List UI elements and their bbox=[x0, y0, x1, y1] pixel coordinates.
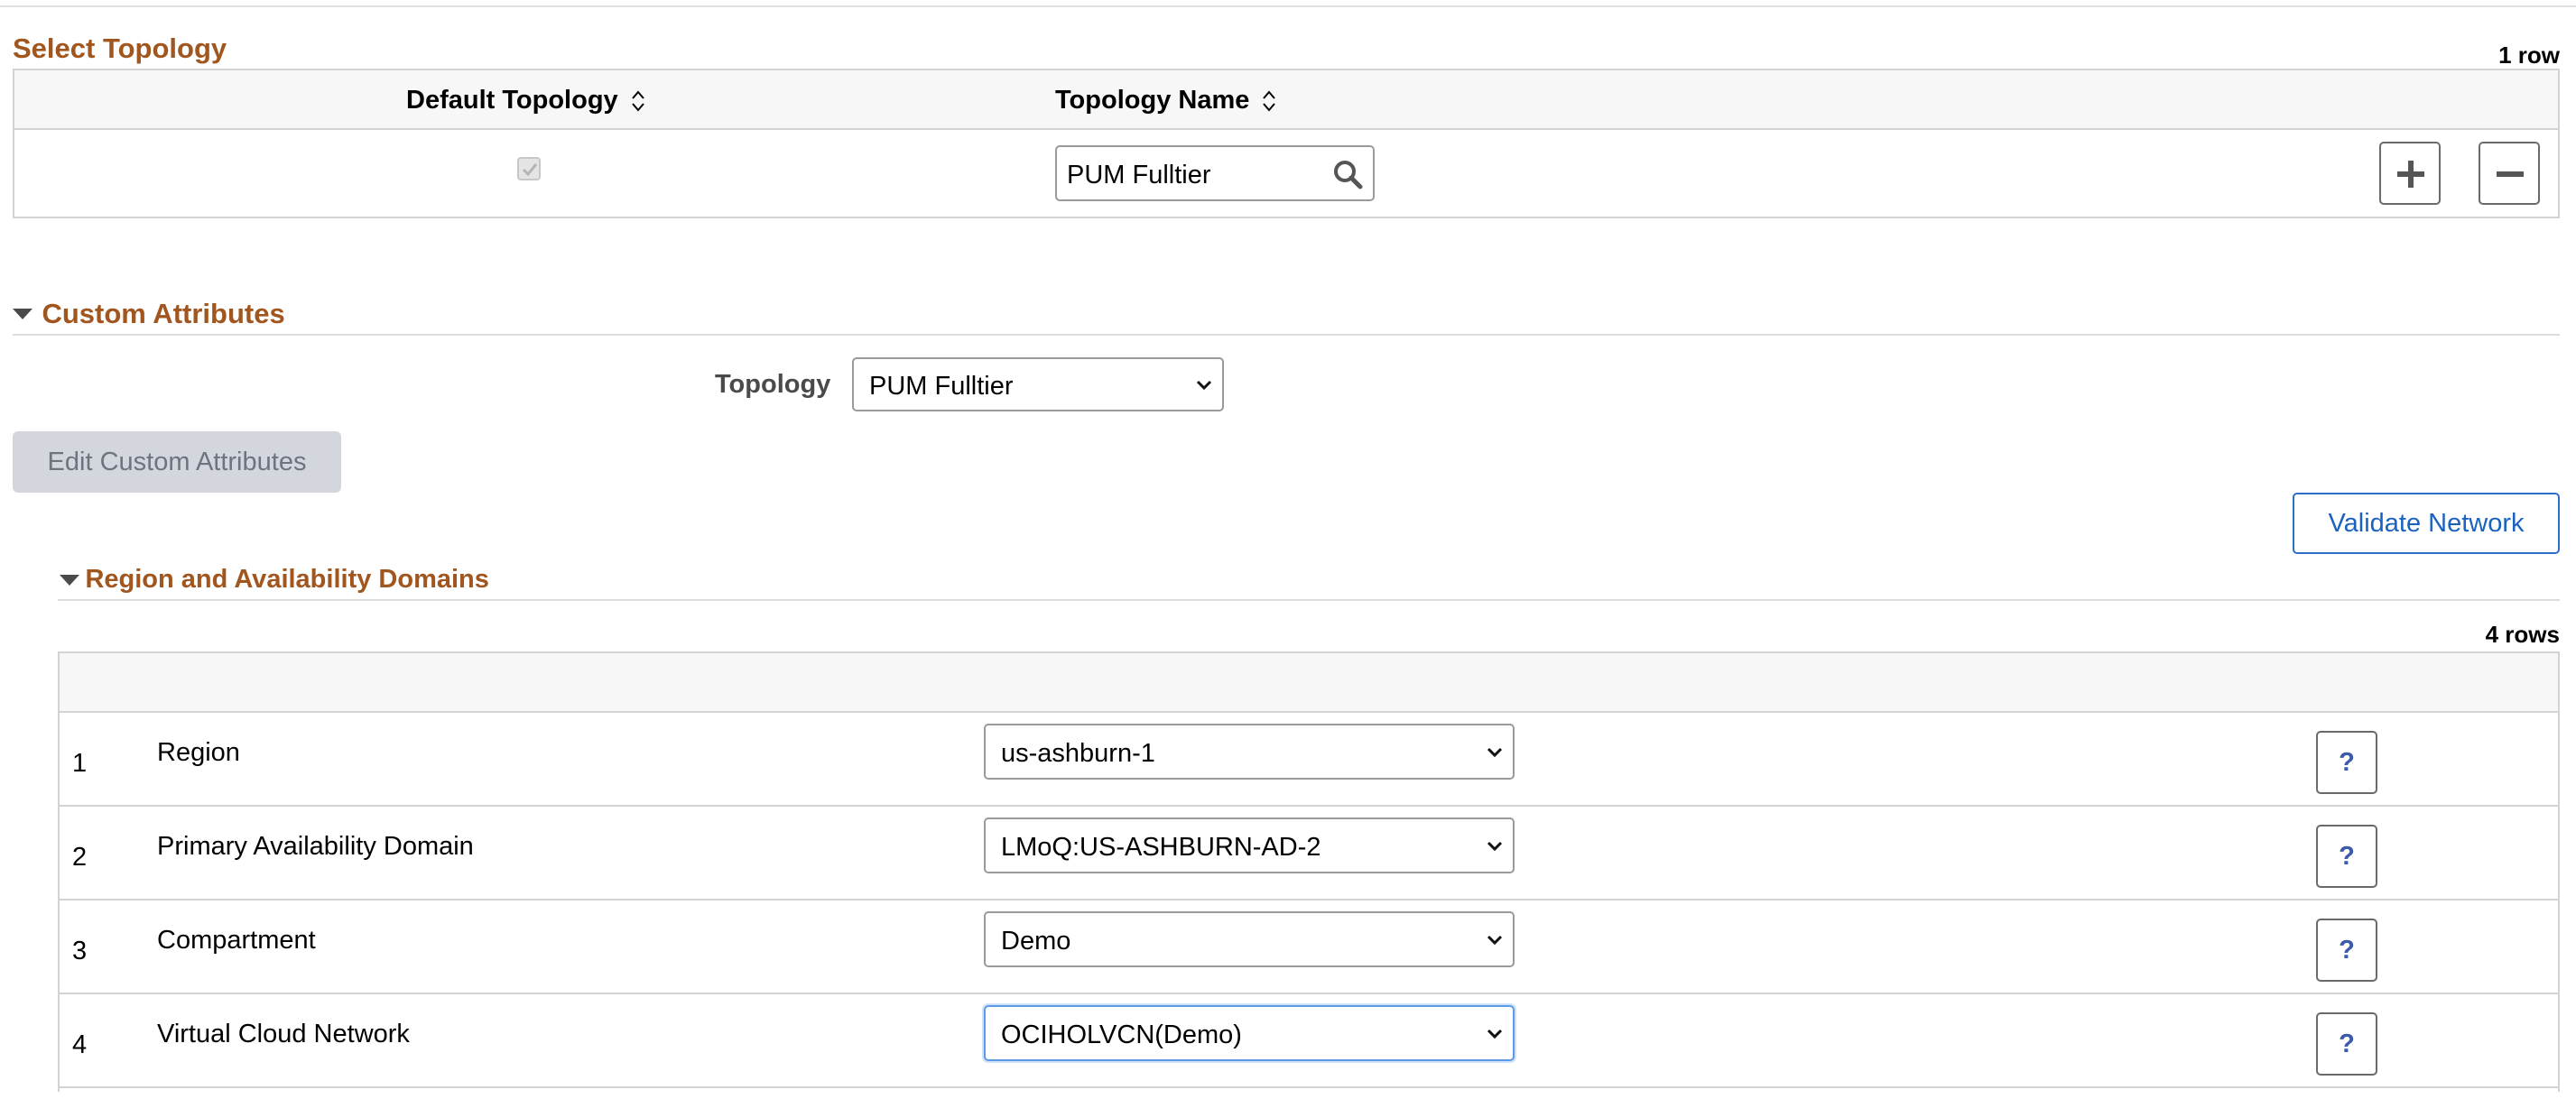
availability-domain-value: LMoQ:US-ASHBURN-AD-2 bbox=[1001, 833, 1321, 862]
compartment-select[interactable]: Demo bbox=[984, 911, 1515, 967]
add-row-button[interactable] bbox=[2379, 142, 2441, 205]
chevron-down-icon bbox=[1487, 841, 1503, 852]
chevron-down-icon bbox=[1487, 747, 1503, 758]
row-label: Virtual Cloud Network bbox=[157, 1020, 410, 1048]
caret-down-icon bbox=[13, 309, 32, 319]
region-section-title: Region and Availability Domains bbox=[85, 565, 489, 594]
topology-grid: Default Topology Topology Name PUM Fullt… bbox=[13, 69, 2560, 218]
row-number: 2 bbox=[72, 843, 88, 872]
topology-name-value: PUM Fulltier bbox=[1067, 161, 1211, 189]
table-row: 4 Virtual Cloud Network OCIHOLVCN(Demo) … bbox=[60, 994, 2558, 1088]
row-number: 4 bbox=[72, 1030, 88, 1059]
validate-network-button[interactable]: Validate Network bbox=[2293, 493, 2560, 554]
col-default-topology-label: Default Topology bbox=[406, 86, 618, 115]
edit-custom-attributes-button[interactable]: Edit Custom Attributes bbox=[13, 431, 341, 493]
topology-select[interactable]: PUM Fulltier bbox=[852, 357, 1224, 411]
region-section-header[interactable]: Region and Availability Domains bbox=[60, 565, 489, 595]
delete-row-button[interactable] bbox=[2479, 142, 2540, 205]
region-grid-header bbox=[60, 653, 2558, 713]
select-topology-row-count: 1 row bbox=[2498, 42, 2560, 69]
compartment-value: Demo bbox=[1001, 927, 1071, 956]
chevron-down-icon bbox=[1487, 1029, 1503, 1039]
help-button[interactable]: ? bbox=[2316, 1012, 2377, 1076]
chevron-down-icon bbox=[1487, 935, 1503, 946]
search-icon[interactable] bbox=[1331, 158, 1364, 190]
caret-down-icon bbox=[60, 574, 79, 586]
help-button[interactable]: ? bbox=[2316, 919, 2377, 982]
topology-grid-header: Default Topology Topology Name bbox=[14, 70, 2558, 130]
row-label: Region bbox=[157, 738, 240, 767]
row-label: Compartment bbox=[157, 926, 316, 955]
custom-attributes-divider bbox=[13, 334, 2560, 336]
virtual-cloud-network-select[interactable]: OCIHOLVCN(Demo) bbox=[984, 1005, 1515, 1061]
plus-icon bbox=[2397, 161, 2424, 188]
table-row: 3 Compartment Demo ? bbox=[60, 900, 2558, 994]
help-button[interactable]: ? bbox=[2316, 825, 2377, 888]
table-row: 1 Region us-ashburn-1 ? bbox=[60, 713, 2558, 807]
region-row-count: 4 rows bbox=[2485, 621, 2560, 648]
minus-icon bbox=[2497, 171, 2524, 177]
col-topology-name-label: Topology Name bbox=[1055, 86, 1250, 115]
default-topology-checkbox[interactable] bbox=[517, 157, 541, 180]
row-number: 3 bbox=[72, 937, 88, 965]
custom-attributes-header[interactable]: Custom Attributes bbox=[13, 298, 285, 330]
sort-updown-icon bbox=[1263, 90, 1276, 112]
topology-select-value: PUM Fulltier bbox=[869, 372, 1014, 401]
chevron-down-icon bbox=[1196, 380, 1212, 391]
col-topology-name[interactable]: Topology Name bbox=[1055, 86, 1276, 115]
top-divider bbox=[0, 5, 2576, 7]
topology-name-input[interactable]: PUM Fulltier bbox=[1055, 145, 1375, 201]
col-default-topology[interactable]: Default Topology bbox=[406, 86, 645, 115]
region-section-divider bbox=[58, 599, 2560, 601]
checkmark-icon bbox=[522, 163, 538, 177]
topology-field-label: Topology bbox=[715, 370, 831, 399]
custom-attributes-title: Custom Attributes bbox=[42, 298, 285, 329]
sort-updown-icon bbox=[631, 90, 644, 112]
select-topology-title: Select Topology bbox=[13, 32, 227, 64]
region-select[interactable]: us-ashburn-1 bbox=[984, 724, 1515, 780]
region-select-value: us-ashburn-1 bbox=[1001, 739, 1155, 768]
row-number: 1 bbox=[72, 749, 88, 778]
row-label: Primary Availability Domain bbox=[157, 832, 474, 861]
table-row: 2 Primary Availability Domain LMoQ:US-AS… bbox=[60, 807, 2558, 900]
region-grid: 1 Region us-ashburn-1 ? 2 Primary Availa… bbox=[58, 651, 2560, 1092]
virtual-cloud-network-value: OCIHOLVCN(Demo) bbox=[1001, 1020, 1242, 1049]
availability-domain-select[interactable]: LMoQ:US-ASHBURN-AD-2 bbox=[984, 817, 1515, 873]
help-button[interactable]: ? bbox=[2316, 731, 2377, 794]
